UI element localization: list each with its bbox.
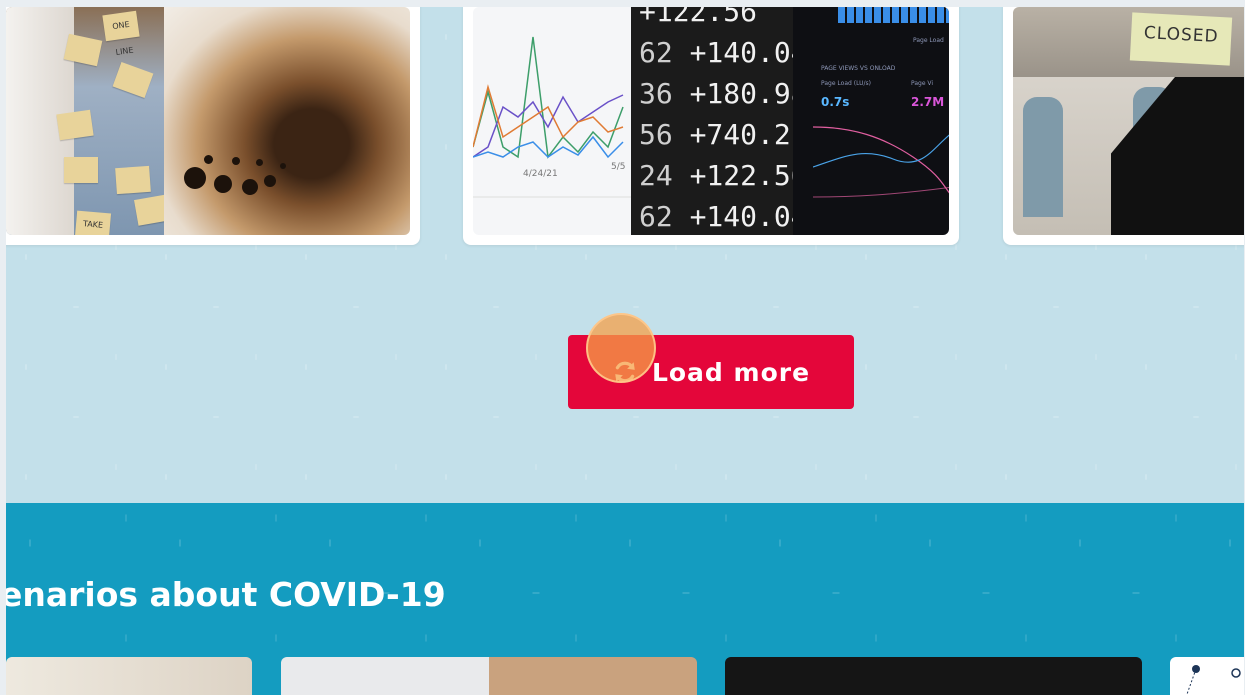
scenario-card-thumbnail[interactable] [1170, 657, 1244, 695]
coffee-bubble [256, 159, 263, 166]
sticky-note [64, 157, 98, 183]
building-window [1023, 97, 1063, 217]
article-card-sticky-notes[interactable]: ONE LINE TAKE [6, 7, 420, 245]
covid-scenarios-section: enarios about COVID-19 [6, 503, 1244, 695]
metric-label: Page Load (LU/s) [821, 80, 871, 87]
ticker-row: 24 +122.56 [639, 159, 808, 192]
line-chart-graphic [473, 36, 631, 198]
load-more-label: Load more [651, 357, 811, 387]
card-image-sticky-notes-coffee[interactable]: ONE LINE TAKE [6, 7, 410, 235]
page-viewport: ONE LINE TAKE 4/24/21 5/5 +122.56 62 +14… [6, 7, 1244, 695]
scenario-card-thumbnail[interactable] [281, 657, 697, 695]
scenario-card-thumbnail[interactable] [725, 657, 1142, 695]
refresh-icon [615, 361, 635, 383]
ticker-row: 62 +140.04 [639, 200, 808, 233]
ticker-row: 56 +740.21 [639, 118, 808, 151]
article-card-stock-analytics[interactable]: 4/24/21 5/5 +122.56 62 +140.04 36 +180.9… [463, 7, 959, 245]
coffee-bubble [184, 167, 206, 189]
dashboard-curves [813, 126, 949, 198]
sticky-note [56, 109, 94, 141]
stock-ticker-image: +122.56 62 +140.04 36 +180.98 56 +740.21… [631, 7, 808, 235]
closed-sign: CLOSED [1129, 12, 1233, 66]
analytics-dashboard-image: PAGE VIEWS VS ONLOAD Page Load Page Load… [793, 7, 949, 235]
metric-value: 2.7M [911, 95, 945, 109]
section-title: enarios about COVID-19 [6, 575, 446, 614]
bar-chart-strip [838, 7, 949, 23]
ticker-row: 62 +140.04 [639, 36, 808, 69]
chart-date-label: 4/24/21 [523, 169, 558, 179]
coffee-bubble [280, 163, 286, 169]
load-more-button[interactable]: Load more [568, 335, 854, 409]
article-card-closed-sign[interactable]: CLOSED [1003, 7, 1244, 245]
ticker-row: +122.56 [639, 7, 758, 28]
line-chart-image: 4/24/21 5/5 [473, 7, 631, 235]
dashboard-heading: PAGE VIEWS VS ONLOAD [821, 65, 896, 72]
sticky-note: ONE LINE [102, 10, 140, 57]
coffee-cup-image [164, 7, 410, 235]
coffee-bubble [204, 155, 213, 164]
ticker-row: 36 +180.98 [639, 77, 808, 110]
chart-date-label: 5/5 [611, 162, 626, 172]
metric-value: 0.7s [821, 95, 850, 109]
sticky-note [115, 165, 151, 195]
network-diagram-graphic [1186, 665, 1241, 695]
coffee-bubble [232, 157, 240, 165]
metric-label: Page Vi [911, 80, 934, 87]
coffee-bubble [242, 179, 258, 195]
card-image-closed-sign[interactable]: CLOSED [1013, 7, 1244, 235]
sticky-note: TAKE [74, 210, 112, 235]
dashboard-legend: Page Load [913, 37, 944, 44]
scenario-card-thumbnail[interactable] [6, 657, 252, 695]
card-image-stock-analytics[interactable]: 4/24/21 5/5 +122.56 62 +140.04 36 +180.9… [473, 7, 949, 235]
coffee-bubble [264, 175, 276, 187]
coffee-bubble [214, 175, 232, 193]
